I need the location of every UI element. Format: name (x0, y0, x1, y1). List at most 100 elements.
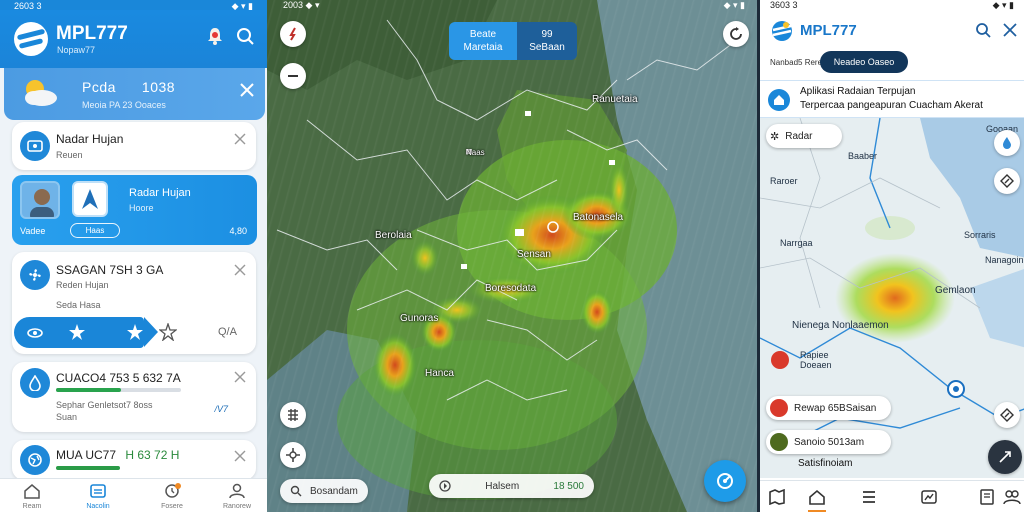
chip-left: Beate Maretaia (449, 22, 517, 60)
notification-icon[interactable] (205, 26, 225, 46)
rating-bar[interactable]: Q/A (14, 317, 254, 348)
wind-card[interactable]: CUACO4 753 5 632 7A Sephar Genletsot7 8o… (12, 362, 256, 432)
locate-button[interactable] (280, 442, 306, 468)
timeline-label: Halsem (485, 480, 520, 492)
avatar (20, 181, 60, 219)
close-icon[interactable] (234, 264, 246, 276)
close-icon[interactable] (1003, 23, 1017, 37)
card-title: SSAGAN 7SH 3 GA (56, 263, 164, 277)
chart-icon[interactable] (920, 489, 938, 505)
star-icon[interactable] (126, 323, 144, 341)
expand-button[interactable] (988, 440, 1022, 474)
compass-button[interactable] (280, 21, 306, 47)
bottom-nav (760, 480, 1024, 512)
crosshair-icon (286, 448, 300, 462)
radar-card[interactable]: Nadar Hujan Reuen (12, 122, 256, 170)
app-logo-icon (14, 22, 48, 56)
navigation-button[interactable] (994, 402, 1020, 428)
nav-label: Fosere (161, 503, 183, 510)
map-label: Narrgaa (780, 238, 813, 248)
map-label: Nienega Nonlaaemon (792, 320, 889, 331)
app-subtitle: Nanbad5 Rerer (770, 58, 825, 67)
card-meta: Suan (56, 412, 78, 422)
search-icon (290, 485, 302, 497)
station-chip[interactable]: Sanoio 5013am (766, 430, 891, 454)
layers-button[interactable] (280, 402, 306, 428)
refresh-icon (730, 27, 742, 40)
navigate-icon (1000, 408, 1014, 422)
doc-icon[interactable] (978, 489, 996, 505)
info-title: Aplikasi Radaian Terpujan (800, 86, 916, 97)
nav-profile[interactable]: Ranorew (217, 483, 257, 510)
map-label: Berolaia (375, 230, 412, 241)
card-pill-button[interactable]: Haas (70, 223, 120, 238)
right-panel: 3603 3 ◆ ▾ ▮ MPL777 Nanbad5 Rerer Neadeo… (757, 0, 1024, 512)
radar-legend-chip[interactable]: Beate Maretaia 99 SeBaan (449, 22, 577, 60)
radar-dot-icon (770, 399, 788, 417)
list-icon[interactable] (860, 489, 878, 505)
bottom-nav: Ream Nacolin Fosere Ranorew (0, 478, 267, 512)
card-left-label: Vadee (20, 226, 46, 236)
partly-cloudy-icon (25, 80, 57, 106)
map-label: Hanca (425, 368, 454, 379)
timeline-value: 18 500 (553, 480, 584, 492)
station-footnote: Satisfinoiam (798, 458, 853, 469)
minimap-canvas (760, 118, 1024, 478)
timeline-chip[interactable]: Halsem 18 500 (429, 474, 594, 498)
map-label: Raroer (770, 176, 798, 186)
home-icon (768, 89, 790, 111)
close-icon[interactable] (234, 450, 246, 462)
map-label: Rapiee Doeaen (800, 350, 832, 370)
header-pill-button[interactable]: Neadeo Oaseo (820, 51, 908, 73)
star-outline-icon[interactable] (159, 323, 177, 341)
globe-icon (20, 445, 50, 475)
chip-left-label: Beate Maretaia (463, 29, 503, 53)
minimap[interactable]: ✲ Radar Gooaan Baaber Raroer Sorraris Na… (760, 118, 1024, 478)
chip-right: 99 SeBaan (517, 22, 577, 60)
map-icon[interactable] (768, 489, 786, 505)
status-time: 2003 ◆ ▾ (283, 0, 320, 10)
map-label: Sorraris (964, 230, 996, 240)
nav-home[interactable]: Ream (12, 483, 52, 510)
search-icon[interactable] (235, 26, 255, 46)
nav-alerts[interactable]: Fosere (152, 483, 192, 510)
share-button[interactable] (994, 130, 1020, 156)
home-icon (24, 484, 40, 499)
home-icon[interactable] (808, 489, 826, 505)
location-chip[interactable]: Bosandam (280, 479, 368, 503)
card-title: Radar Hujan (129, 187, 191, 199)
card-title: Nadar Hujan (56, 132, 124, 146)
rating-text: Q/A (218, 326, 237, 338)
user-icon (229, 483, 245, 499)
close-icon[interactable] (234, 371, 246, 383)
layers-icon (288, 409, 298, 421)
map-label: Baaber (848, 151, 878, 161)
station-avatar-icon (770, 433, 788, 451)
radar-highlight-card[interactable]: Radar Hujan Hoore Vadee Haas 4,80 (12, 175, 257, 245)
info-subtitle: Terpercaa pangeapuran Cuacham Akerat (800, 100, 983, 111)
station-chip[interactable]: Rewap 65BSaisan (766, 396, 891, 420)
refresh-button[interactable] (723, 21, 749, 47)
radar-chip[interactable]: ✲ Radar (766, 124, 842, 148)
weather-headline: Pcda 1038 (82, 79, 175, 95)
card-subtitle: Hoore (129, 203, 154, 213)
zoom-out-button[interactable] (280, 63, 306, 89)
radar-fab[interactable] (704, 460, 746, 502)
radar-icon (20, 131, 50, 161)
clock-icon (165, 483, 181, 498)
map-label: Nanagoin (985, 255, 1024, 265)
direction-button[interactable] (994, 168, 1020, 194)
card-subtitle: Reden Hujan (56, 280, 109, 290)
close-icon[interactable] (238, 81, 256, 99)
navigate-icon (1000, 174, 1014, 188)
status-icons: ◆ ▾ ▮ (992, 0, 1014, 10)
radar-map[interactable]: 2003 ◆ ▾ ◆ ▾ ▮ Beate Maretaia 99 SeBaan … (267, 0, 757, 512)
station-card[interactable]: MUA UC77 H 63 72 H (12, 440, 256, 480)
close-icon[interactable] (234, 133, 246, 145)
star-icon[interactable] (68, 323, 86, 341)
nav-radar[interactable]: Nacolin (78, 483, 118, 510)
card-meta: Seda Hasa (56, 300, 101, 310)
people-icon[interactable] (1003, 489, 1021, 505)
map-label: Ranuetaia (592, 94, 638, 105)
search-icon[interactable] (975, 22, 991, 38)
